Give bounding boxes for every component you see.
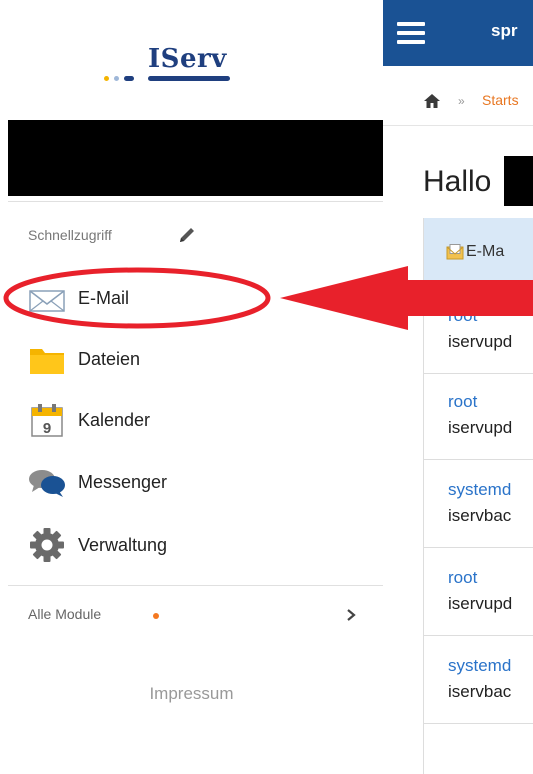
pencil-icon[interactable]: [176, 225, 198, 247]
mail-sender[interactable]: root: [448, 306, 477, 326]
logo-area: IServ: [0, 0, 383, 120]
hamburger-menu-icon[interactable]: [397, 22, 425, 44]
logo-dot: [124, 76, 134, 81]
sidebar-item-administration[interactable]: Verwaltung: [28, 523, 358, 567]
folder-icon: [30, 349, 64, 374]
logo-text: IServ: [148, 44, 227, 74]
notification-dot: [153, 613, 159, 619]
mail-row[interactable]: systemd iservbac: [424, 636, 533, 724]
envelope-icon: [29, 290, 65, 312]
sidebar-item-calendar[interactable]: 9 Kalender: [28, 398, 358, 442]
chevron-right-icon: [347, 609, 356, 621]
user-info-redacted: [8, 120, 383, 196]
username-redacted: [504, 156, 533, 206]
topbar-title: spr: [491, 21, 518, 40]
gear-icon: [30, 528, 64, 562]
all-modules-link[interactable]: Alle Module: [28, 600, 368, 630]
logo-underline: [148, 76, 230, 81]
quick-access-header: Schnellzugriff: [28, 225, 328, 247]
mail-subject[interactable]: iservupd: [448, 332, 512, 352]
sidebar-item-label: E-Mail: [78, 288, 130, 308]
top-bar: spr: [383, 0, 533, 66]
all-modules-label: Alle Module: [28, 606, 102, 622]
mail-subject[interactable]: iservbac: [448, 682, 511, 702]
sidebar-item-label: Kalender: [78, 410, 151, 430]
sidebar-item-messenger[interactable]: Messenger: [28, 460, 358, 504]
breadcrumb-separator: »: [458, 94, 465, 108]
sidebar-item-label: Messenger: [78, 472, 168, 492]
sidebar: IServ Schnellzugriff E-Mail Dateien 9 Ka…: [0, 0, 383, 774]
mail-subject[interactable]: iservupd: [448, 594, 512, 614]
home-icon[interactable]: [423, 92, 441, 110]
greeting: Hallo: [423, 165, 492, 198]
mail-panel-header[interactable]: E-Ma: [424, 218, 533, 286]
mail-row[interactable]: root iservupd: [424, 286, 533, 374]
mail-panel-title: E-Ma: [466, 243, 505, 260]
sidebar-item-label: Verwaltung: [78, 535, 168, 555]
mail-sender[interactable]: systemd: [448, 480, 511, 500]
mail-sender[interactable]: root: [448, 392, 477, 412]
mail-document-icon: [446, 244, 464, 260]
breadcrumb-link[interactable]: Starts: [482, 92, 519, 108]
mail-row[interactable]: root iservupd: [424, 372, 533, 460]
sidebar-item-email[interactable]: E-Mail: [28, 276, 358, 320]
mail-row[interactable]: systemd iservbac: [424, 460, 533, 548]
mail-sender[interactable]: systemd: [448, 656, 511, 676]
mail-panel: E-Ma root iservupd root iservupd systemd…: [423, 218, 533, 774]
sidebar-item-files[interactable]: Dateien: [28, 337, 358, 381]
iserv-logo[interactable]: IServ: [104, 44, 234, 84]
calendar-icon: 9: [31, 404, 63, 437]
logo-dot: [104, 76, 109, 81]
mail-sender[interactable]: root: [448, 568, 477, 588]
calendar-day: 9: [43, 420, 51, 437]
divider: [8, 585, 383, 586]
logo-dot: [114, 76, 119, 81]
quick-access-title: Schnellzugriff: [28, 227, 112, 243]
impressum-link[interactable]: Impressum: [0, 684, 383, 704]
divider: [8, 201, 383, 202]
mail-subject[interactable]: iservbac: [448, 506, 511, 526]
mail-subject[interactable]: iservupd: [448, 418, 512, 438]
chat-bubbles-icon: [29, 470, 65, 497]
mail-row[interactable]: root iservupd: [424, 548, 533, 636]
breadcrumb: » Starts: [383, 66, 533, 126]
sidebar-item-label: Dateien: [78, 349, 141, 369]
